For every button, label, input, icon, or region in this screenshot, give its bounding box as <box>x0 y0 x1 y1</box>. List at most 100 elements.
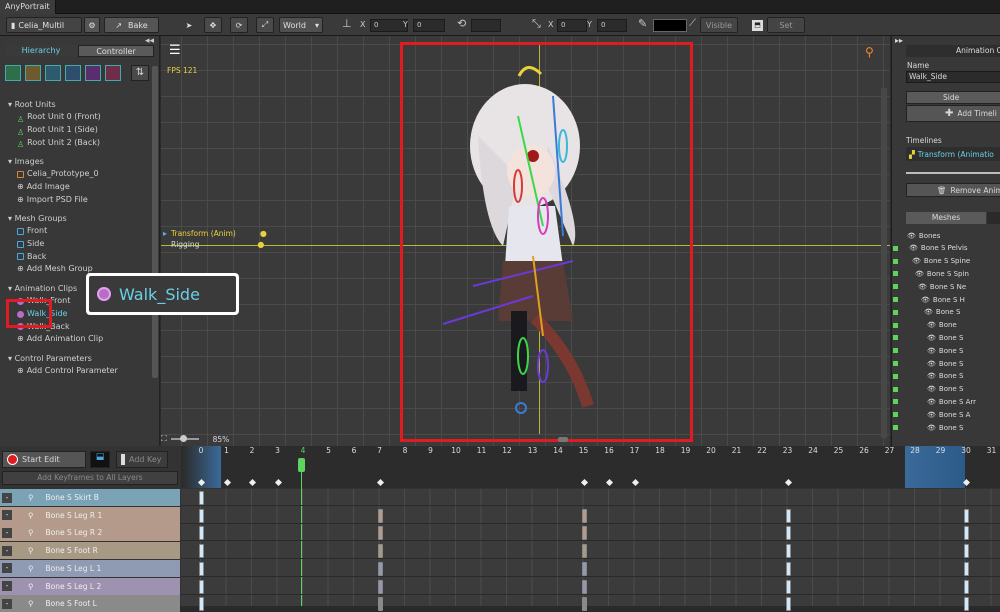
frame-number[interactable]: 19 <box>679 446 693 455</box>
layer-keyframe[interactable] <box>785 579 791 594</box>
add-image-button[interactable]: ⊕ Add Image <box>0 181 155 194</box>
layer-keyframe[interactable] <box>785 508 791 523</box>
bone-item[interactable]: 👁 Bone S <box>893 384 963 395</box>
tree-item-root-unit[interactable]: ♙ Root Unit 0 (Front) <box>0 111 155 124</box>
bone-item[interactable]: 👁 Bone S Spin <box>893 268 969 279</box>
add-timeline-button[interactable]: ✚ Add Timeli <box>906 105 1000 122</box>
bone-visible-toggle[interactable] <box>893 284 898 290</box>
collapse-icon[interactable]: - <box>2 492 12 503</box>
filter-mesh-icon[interactable] <box>45 65 61 81</box>
move-tool-icon[interactable]: ✥ <box>204 17 222 33</box>
layer-keyframe[interactable] <box>964 544 969 559</box>
eye-icon[interactable]: 👁 <box>924 308 933 316</box>
frame-number[interactable]: 29 <box>934 446 948 455</box>
clip-name-field[interactable]: Walk_Side <box>906 71 1000 83</box>
eye-icon[interactable]: 👁 <box>927 411 936 419</box>
frame-number[interactable]: 30 <box>959 446 973 455</box>
eye-icon[interactable]: 👁 <box>927 372 936 380</box>
bone-visible-toggle[interactable] <box>893 386 898 392</box>
frame-number[interactable]: 4 <box>296 446 310 455</box>
timeline-layer-row[interactable]: - ⚲ Bone S Leg R 2 <box>0 524 180 542</box>
layer-keyframe[interactable] <box>581 526 587 541</box>
keyframe-mode-icon[interactable]: ⬓ <box>90 451 110 468</box>
layer-rigging[interactable]: Rigging ● <box>171 240 264 249</box>
eye-icon[interactable]: 👁 <box>927 398 936 406</box>
layer-keyframe[interactable] <box>964 579 969 594</box>
bone-item[interactable]: 👁 Bone S A <box>893 409 970 420</box>
scale-tool-icon[interactable]: ⤢ <box>256 17 274 33</box>
bone-item[interactable]: 👁 Bone S Ne <box>893 281 966 292</box>
collapse-icon[interactable]: - <box>2 598 12 609</box>
frame-number[interactable]: 23 <box>781 446 795 455</box>
bone-visible-toggle[interactable] <box>893 322 898 328</box>
eye-icon[interactable]: 👁 <box>915 270 924 278</box>
layer-keyframe[interactable] <box>785 597 791 612</box>
frame-number[interactable]: 31 <box>985 446 999 455</box>
layer-keyframe[interactable] <box>581 561 587 576</box>
frame-number[interactable]: 3 <box>271 446 285 455</box>
bone-visible-toggle[interactable] <box>893 309 898 315</box>
tab-controller[interactable]: Controller <box>78 45 154 57</box>
timeline-layer-row[interactable]: - ⚲ Bone S Foot R <box>0 542 180 560</box>
bone-item[interactable]: 👁 Bone S Arr <box>893 396 976 407</box>
collapse-right-icon[interactable]: ▸▸ <box>895 36 903 45</box>
bone-visible-toggle[interactable] <box>893 245 898 251</box>
layer-keyframe[interactable] <box>377 508 383 523</box>
frame-number[interactable]: 25 <box>832 446 846 455</box>
timeline-layer-row[interactable]: - ⚲ Bone S Skirt B <box>0 489 180 506</box>
collapse-icon[interactable]: - <box>2 510 12 521</box>
timeline-layer-row[interactable]: - ⚲ Bone S Leg L 2 <box>0 577 180 595</box>
window-tab-title[interactable]: AnyPortrait <box>0 0 56 14</box>
fit-view-icon[interactable]: ⛶ <box>161 434 167 444</box>
eye-icon[interactable]: 👁 <box>909 244 918 252</box>
viewport-vscroll[interactable] <box>881 88 887 438</box>
frame-number[interactable]: 0 <box>194 446 208 455</box>
color-swatch[interactable] <box>653 19 687 32</box>
bone-item[interactable]: 👁 Bone S <box>893 371 963 382</box>
add-keyframes-all-button[interactable]: Add Keyframes to All Layers <box>2 471 178 485</box>
frame-number[interactable]: 5 <box>322 446 336 455</box>
collapse-icon[interactable]: - <box>2 545 12 556</box>
layer-keyframe[interactable] <box>785 544 791 559</box>
bones-root[interactable]: 👁 Bones <box>907 230 940 241</box>
bone-item[interactable]: 👁 Bone S Spine <box>893 256 970 267</box>
eye-icon[interactable]: 👁 <box>927 321 936 329</box>
layer-keyframe[interactable] <box>964 508 969 523</box>
layer-keyframe[interactable] <box>199 597 204 612</box>
pos-y-field[interactable]: 0 <box>413 19 445 32</box>
tab-meshes[interactable]: Meshes <box>906 212 986 224</box>
bone-item[interactable]: 👁 Bone S H <box>893 294 965 305</box>
eye-icon[interactable]: 👁 <box>927 360 936 368</box>
eye-icon[interactable]: 👁 <box>927 424 936 432</box>
bone-visible-toggle[interactable] <box>893 425 898 430</box>
rotate-tool-icon[interactable]: ⟳ <box>230 17 248 33</box>
collapse-icon[interactable]: - <box>2 527 12 538</box>
frame-number[interactable]: 11 <box>475 446 489 455</box>
layer-keyframe[interactable] <box>785 561 791 576</box>
bone-visible-toggle[interactable] <box>893 412 898 418</box>
bake-button[interactable]: ↗ Bake <box>104 17 159 33</box>
target-mesh-group-button[interactable]: Side <box>906 91 1000 104</box>
bone-visible-toggle[interactable] <box>893 335 898 341</box>
tab-bones[interactable] <box>987 212 1000 224</box>
layer-keyframe[interactable] <box>377 544 383 559</box>
eye-icon[interactable]: 👁 <box>927 334 936 342</box>
section-header-images[interactable]: ▾ Images <box>0 155 155 168</box>
layer-keyframe[interactable] <box>785 526 791 541</box>
bone-visible-toggle[interactable] <box>893 361 898 366</box>
layer-keyframe[interactable] <box>964 597 969 612</box>
section-header-mesh-groups[interactable]: ▾ Mesh Groups <box>0 212 155 225</box>
eyedropper-icon[interactable]: ⟋ <box>689 18 696 29</box>
layer-keyframe[interactable] <box>964 561 969 576</box>
menu-icon[interactable]: ☰ <box>169 44 185 58</box>
sort-icon[interactable]: ⇅ <box>131 65 149 81</box>
frame-number[interactable]: 6 <box>347 446 361 455</box>
select-tool-icon[interactable]: ➤ <box>180 17 198 33</box>
timeline-item[interactable]: ▞ Transform (Animatio <box>906 147 1000 161</box>
section-header-root-units[interactable]: ▾ Root Units <box>0 98 155 111</box>
set-button[interactable]: Set <box>767 17 805 33</box>
zoom-slider[interactable] <box>170 435 199 442</box>
eye-icon[interactable]: 👁 <box>921 296 930 304</box>
frame-number[interactable]: 13 <box>526 446 540 455</box>
layer-keyframe[interactable] <box>199 526 204 541</box>
